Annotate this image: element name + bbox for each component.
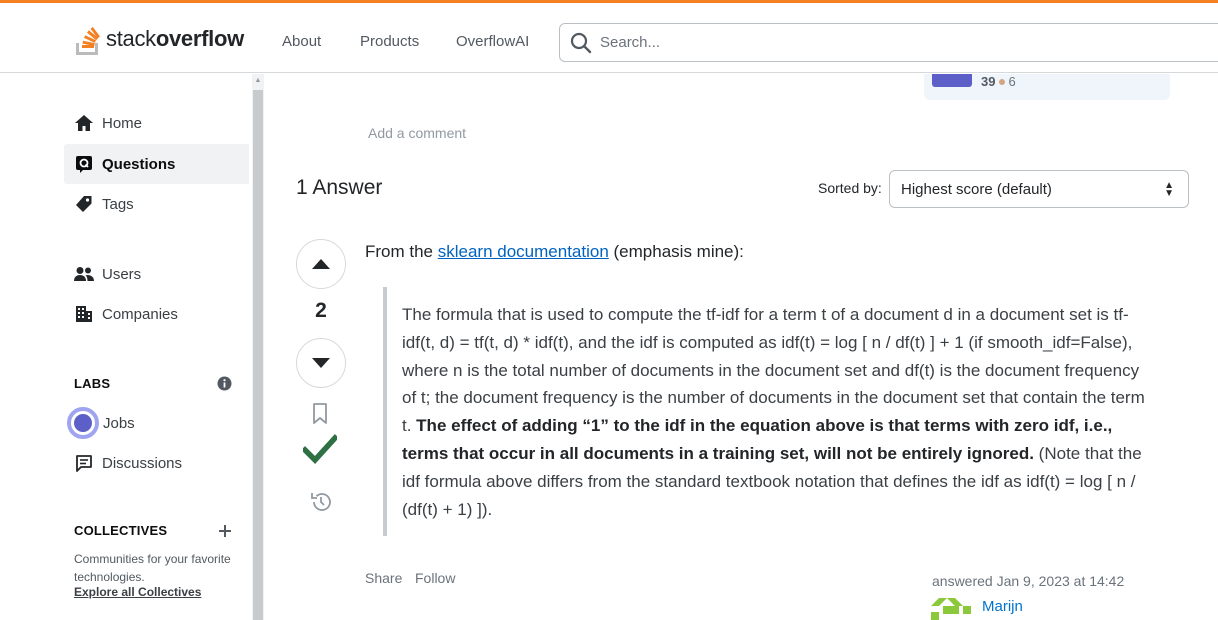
sidebar-item-users[interactable]: Users (64, 254, 249, 294)
nav-overflowai[interactable]: OverflowAI (456, 33, 529, 50)
logo-text: stackoverflow (106, 26, 244, 51)
sort-selected-value: Highest score (default) (901, 180, 1052, 198)
search-icon (570, 32, 592, 53)
answer-intro: From the sklearn documentation (emphasis… (365, 242, 744, 261)
sidebar-item-label: Companies (102, 305, 178, 323)
sklearn-documentation-link[interactable]: sklearn documentation (438, 242, 609, 261)
sidebar-item-jobs[interactable]: Jobs (64, 403, 249, 443)
history-icon[interactable] (309, 490, 333, 514)
user-name-link[interactable]: Marijn (982, 598, 1023, 615)
sorted-by-label: Sorted by: (818, 180, 882, 196)
jobs-icon (67, 407, 99, 439)
sidebar-item-tags[interactable]: Tags (64, 184, 249, 224)
search-box[interactable] (559, 23, 1218, 62)
sidebar-item-label: Home (102, 114, 143, 132)
companies-icon (74, 304, 94, 324)
logo-stack-icon (76, 27, 100, 55)
sidebar-item-home[interactable]: Home (64, 103, 249, 143)
home-icon (74, 113, 94, 133)
answered-timestamp: answered Jan 9, 2023 at 14:42 (932, 573, 1125, 589)
sidebar-scrollbar-thumb[interactable] (253, 90, 263, 620)
follow-link[interactable]: Follow (415, 570, 455, 586)
add-comment-link[interactable]: Add a comment (368, 125, 466, 141)
sidebar-item-label: Questions (102, 155, 176, 173)
sidebar-item-label: Jobs (103, 414, 135, 432)
info-icon[interactable] (217, 376, 232, 391)
labs-heading: LABS (74, 376, 111, 391)
collectives-description: Communities for your favorite technologi… (74, 552, 231, 584)
nav-products[interactable]: Products (360, 33, 419, 50)
sidebar-item-companies[interactable]: Companies (64, 294, 249, 334)
sidebar-item-label: Discussions (102, 454, 183, 472)
user-avatar[interactable] (931, 598, 971, 620)
collective-user-card: 39 6 (924, 74, 1170, 100)
sort-caret-icon: ▲ ▼ (1164, 180, 1174, 199)
questions-icon (74, 154, 94, 174)
search-input[interactable] (600, 34, 1000, 51)
plus-icon[interactable] (218, 524, 232, 538)
upvote-button[interactable] (296, 239, 346, 289)
users-icon (74, 264, 94, 284)
avatar[interactable] (932, 74, 972, 87)
share-link[interactable]: Share (365, 570, 402, 586)
top-bar: stackoverflow About Products OverflowAI (0, 0, 1218, 73)
bronze-badge-icon (999, 79, 1006, 85)
stackoverflow-logo[interactable]: stackoverflow (72, 19, 244, 59)
discussions-icon (74, 453, 94, 473)
scroll-up-arrow-icon[interactable]: ▲ (253, 76, 263, 86)
downvote-arrow-icon (312, 358, 330, 368)
sort-select[interactable]: Highest score (default) ▲ ▼ (889, 170, 1189, 208)
bookmark-icon[interactable] (312, 403, 328, 425)
nav-about[interactable]: About (282, 33, 321, 50)
answer-count-heading: 1 Answer (296, 176, 383, 199)
collectives-heading: COLLECTIVES (74, 523, 168, 538)
sidebar-item-discussions[interactable]: Discussions (64, 443, 249, 483)
sidebar-item-label: Users (102, 265, 142, 283)
answer-blockquote: The formula that is used to compute the … (402, 305, 1145, 519)
vote-count: 2 (315, 299, 327, 322)
sidebar-item-questions[interactable]: Questions (64, 144, 249, 184)
upvote-arrow-icon (312, 259, 330, 269)
accepted-checkmark-icon (303, 434, 337, 464)
explore-collectives-link[interactable]: Explore all Collectives (74, 585, 201, 599)
reputation-score: 39 6 (981, 74, 1016, 89)
downvote-button[interactable] (296, 338, 346, 388)
tag-icon (74, 194, 94, 214)
sidebar-item-label: Tags (102, 195, 134, 213)
